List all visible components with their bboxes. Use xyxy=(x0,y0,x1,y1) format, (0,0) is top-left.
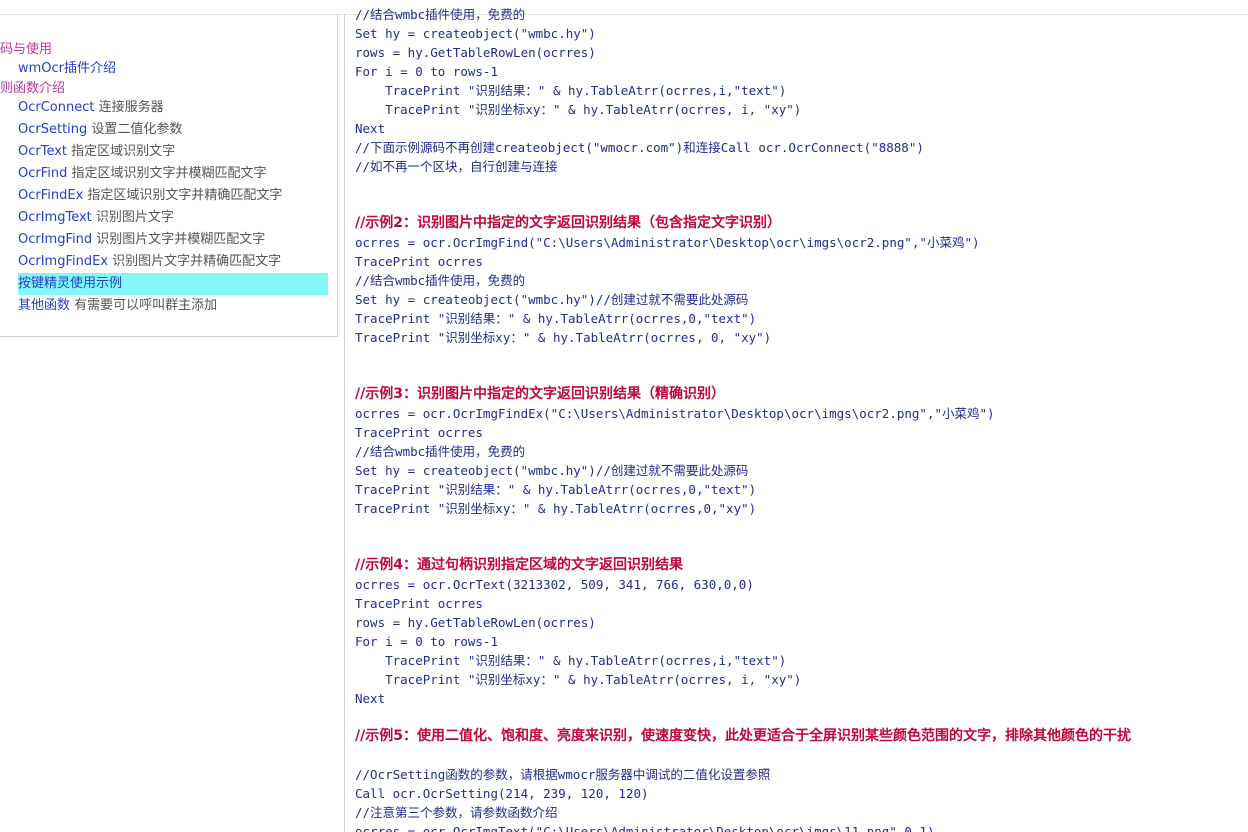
code-line: TracePrint "识别坐标xy：" & hy.TableAtrr(ocrr… xyxy=(355,330,772,345)
sidebar-section-usage[interactable]: 码与使用 xyxy=(0,38,52,57)
code-line: //结合wmbc插件使用，免费的 xyxy=(355,7,526,22)
code-line: Call ocr.OcrSetting(214, 239, 120, 120) xyxy=(355,786,649,801)
code-line: //结合wmbc插件使用，免费的 xyxy=(355,444,526,459)
nav-item-name: OcrImgFind xyxy=(18,232,93,247)
sidebar-nav: 码与使用 wmOcr插件介绍 则函数介绍 OcrConnect 连接服务器 Oc… xyxy=(0,14,338,337)
nav-item-desc: 有需要可以呼叫群主添加 xyxy=(70,298,218,313)
nav-item-desc: 识别图片文字并精确匹配文字 xyxy=(108,254,282,269)
sidebar-section-functions[interactable]: 则函数介绍 xyxy=(0,77,65,96)
code-line: ocrres = ocr.OcrImgFind("C:\Users\Admini… xyxy=(355,235,980,250)
code-line: //结合wmbc插件使用，免费的 xyxy=(355,273,526,288)
nav-item-name: OcrFindEx xyxy=(18,188,84,203)
code-line: Set hy = createobject("wmbc.hy") xyxy=(355,26,596,41)
nav-item-name: OcrImgText xyxy=(18,210,92,225)
nav-item-name: 其他函数 xyxy=(18,298,71,313)
code-line: TracePrint ocrres xyxy=(355,596,483,611)
nav-item-desc: 指定区域识别文字 xyxy=(67,144,176,159)
code-line: TracePrint "识别结果：" & hy.TableAtrr(ocrres… xyxy=(355,83,787,98)
sidebar-item-ocrsetting[interactable]: OcrSetting 设置二值化参数 xyxy=(18,119,182,141)
example-4-heading: //示例4：通过句柄识别指定区域的文字返回识别结果 xyxy=(355,557,683,573)
nav-item-name: 按键精灵使用示例 xyxy=(18,276,123,291)
sidebar-item-other-functions[interactable]: 其他函数 有需要可以呼叫群主添加 xyxy=(18,295,217,317)
code-line: Set hy = createobject("wmbc.hy")//创建过就不需… xyxy=(355,292,749,307)
sidebar-item-ocrfindex[interactable]: OcrFindEx 指定区域识别文字并精确匹配文字 xyxy=(18,185,282,207)
code-line: Next xyxy=(355,691,386,706)
sidebar-item-ocrimgfind[interactable]: OcrImgFind 识别图片文字并模糊匹配文字 xyxy=(18,229,265,251)
code-content: //结合wmbc插件使用，免费的 Set hy = createobject("… xyxy=(355,0,1240,832)
nav-item-desc: 连接服务器 xyxy=(94,100,164,115)
nav-item-name: OcrText xyxy=(18,144,68,159)
code-line: TracePrint "识别结果：" & hy.TableAtrr(ocrres… xyxy=(355,653,787,668)
code-line: For i = 0 to rows-1 xyxy=(355,64,498,79)
nav-item-name: OcrSetting xyxy=(18,122,88,137)
nav-item-desc: 识别图片文字并模糊匹配文字 xyxy=(92,232,266,247)
code-line: TracePrint "识别坐标xy：" & hy.TableAtrr(ocrr… xyxy=(355,672,802,687)
example-2-heading: //示例2：识别图片中指定的文字返回识别结果（包含指定文字识别） xyxy=(355,215,781,231)
sidebar-item-ocrimgtext[interactable]: OcrImgText 识别图片文字 xyxy=(18,207,174,229)
sidebar-item-ocrtext[interactable]: OcrText 指定区域识别文字 xyxy=(18,141,175,163)
code-line: ocrres = ocr.OcrImgText("C:\Users\Admini… xyxy=(355,824,935,832)
code-line: Set hy = createobject("wmbc.hy")//创建过就不需… xyxy=(355,463,749,478)
nav-item-name: OcrFind xyxy=(18,166,68,181)
nav-item-desc: 指定区域识别文字并模糊匹配文字 xyxy=(67,166,267,181)
nav-item-name: OcrConnect xyxy=(18,100,95,115)
code-line: TracePrint "识别结果：" & hy.TableAtrr(ocrres… xyxy=(355,311,757,326)
code-line: TracePrint "识别结果：" & hy.TableAtrr(ocrres… xyxy=(355,482,757,497)
code-line: ocrres = ocr.OcrImgFindEx("C:\Users\Admi… xyxy=(355,406,995,421)
nav-item-name: wmOcr插件介绍 xyxy=(18,61,117,76)
sidebar-item-ocrconnect[interactable]: OcrConnect 连接服务器 xyxy=(18,97,164,119)
sidebar-item-ocrimgfindex[interactable]: OcrImgFindEx 识别图片文字并精确匹配文字 xyxy=(18,251,281,273)
code-line: TracePrint ocrres xyxy=(355,254,483,269)
code-line: rows = hy.GetTableRowLen(ocrres) xyxy=(355,615,596,630)
example-5-heading: //示例5：使用二值化、饱和度、亮度来识别，使速度变快，此处更适合于全屏识别某些… xyxy=(355,728,1131,744)
nav-item-desc: 指定区域识别文字并精确匹配文字 xyxy=(83,188,283,203)
code-line: //下面示例源码不再创建createobject("wmocr.com")和连接… xyxy=(355,140,924,155)
sidebar-item-ocrfind[interactable]: OcrFind 指定区域识别文字并模糊匹配文字 xyxy=(18,163,267,185)
code-line: TracePrint "识别坐标xy：" & hy.TableAtrr(ocrr… xyxy=(355,501,757,516)
nav-item-name: OcrImgFindEx xyxy=(18,254,109,269)
code-line: ocrres = ocr.OcrText(3213302, 509, 341, … xyxy=(355,577,754,592)
code-line: For i = 0 to rows-1 xyxy=(355,634,498,649)
code-line: TracePrint ocrres xyxy=(355,425,483,440)
code-line: //OcrSetting函数的参数，请根据wmocr服务器中调试的二值化设置参照 xyxy=(355,767,771,782)
content-divider xyxy=(344,14,345,832)
nav-item-desc: 设置二值化参数 xyxy=(87,122,183,137)
code-line: rows = hy.GetTableRowLen(ocrres) xyxy=(355,45,596,60)
example-3-heading: //示例3：识别图片中指定的文字返回识别结果（精确识别） xyxy=(355,386,725,402)
nav-item-desc: 识别图片文字 xyxy=(91,210,174,225)
code-line: //注意第三个参数，请参数函数介绍 xyxy=(355,805,558,820)
code-line: Next xyxy=(355,121,386,136)
code-line: TracePrint "识别坐标xy：" & hy.TableAtrr(ocrr… xyxy=(355,102,802,117)
sidebar-item-anjian-example[interactable]: 按键精灵使用示例 xyxy=(18,273,328,295)
code-line: //如不再一个区块，自行创建与连接 xyxy=(355,159,558,174)
